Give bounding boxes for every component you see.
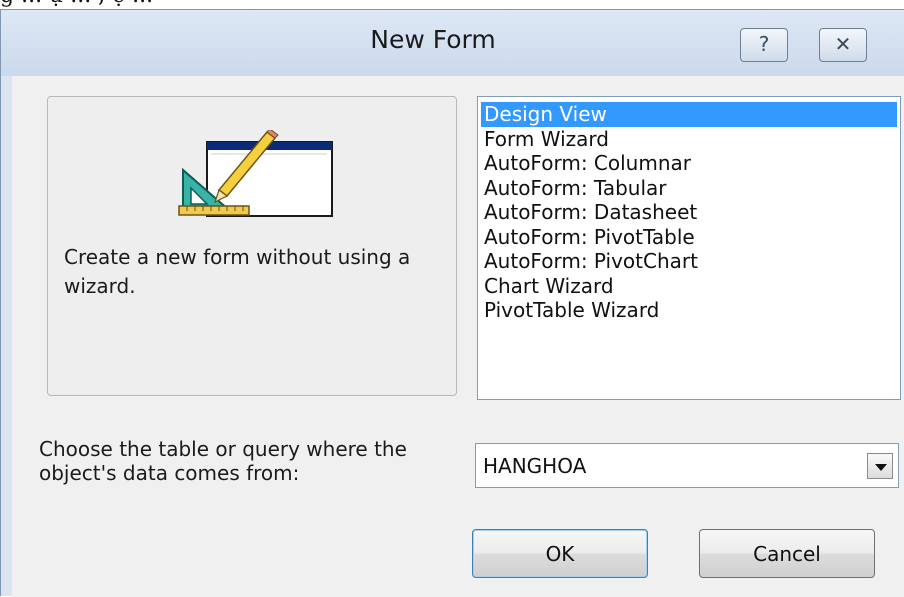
- data-source-value: HANGHOA: [483, 454, 587, 478]
- view-list-item[interactable]: Form Wizard: [481, 127, 897, 152]
- cancel-button[interactable]: Cancel: [699, 529, 875, 578]
- view-list-item[interactable]: Chart Wizard: [481, 274, 897, 299]
- view-list-item[interactable]: AutoForm: Tabular: [481, 176, 897, 201]
- view-description: Create a new form without using a wizard…: [64, 245, 411, 298]
- ok-button[interactable]: OK: [472, 529, 648, 578]
- close-icon: ✕: [834, 32, 852, 56]
- dialog-titlebar[interactable]: New Form ? ✕: [1, 10, 904, 76]
- view-list-item[interactable]: AutoForm: Datasheet: [481, 200, 897, 225]
- help-button[interactable]: ?: [740, 28, 788, 62]
- dropdown-arrow-icon[interactable]: [867, 453, 893, 479]
- dialog-body: Create a new form without using a wizard…: [12, 76, 904, 597]
- new-form-dialog: New Form ? ✕ Create a new form without u…: [0, 9, 904, 597]
- document-caption-fragment: g ... ự ... , ệ ...: [0, 0, 904, 9]
- data-source-combobox[interactable]: HANGHOA: [475, 443, 899, 488]
- view-list-item[interactable]: AutoForm: PivotTable: [481, 225, 897, 250]
- help-icon: ?: [758, 32, 770, 56]
- close-button[interactable]: ✕: [819, 28, 867, 62]
- view-list-item[interactable]: AutoForm: Columnar: [481, 151, 897, 176]
- design-view-icon: [178, 130, 333, 217]
- view-list-item[interactable]: PivotTable Wizard: [481, 298, 897, 323]
- view-list-item[interactable]: Design View: [481, 102, 897, 127]
- view-type-listbox[interactable]: Design View Form Wizard AutoForm: Columnar…: [477, 96, 901, 400]
- view-list-item[interactable]: AutoForm: PivotChart: [481, 249, 897, 274]
- caption-text: g ... ự ... , ệ ...: [0, 0, 153, 8]
- preview-panel: Create a new form without using a wizard…: [47, 96, 457, 396]
- data-source-label: Choose the table or query where the obje…: [39, 437, 407, 485]
